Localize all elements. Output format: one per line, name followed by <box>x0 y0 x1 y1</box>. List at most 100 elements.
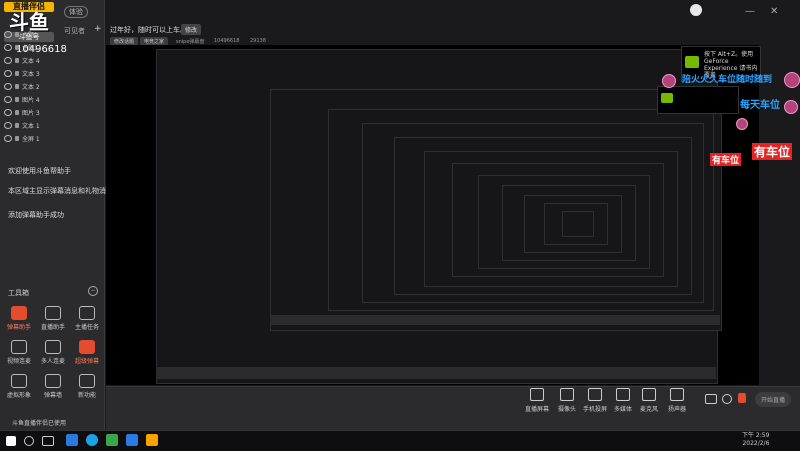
lock-icon[interactable] <box>15 122 19 128</box>
bottom-button-icon <box>588 388 602 401</box>
source-item[interactable]: 图片 4 <box>4 93 40 105</box>
taskbar-clock: 下午 2:59 2022/2/6 <box>742 432 769 448</box>
preview-capture-12 <box>562 211 594 237</box>
source-item[interactable]: 全屏 1 <box>4 132 40 144</box>
source-item[interactable]: 文本 4 <box>4 54 40 66</box>
eye-icon[interactable] <box>4 134 12 142</box>
bottom-button-icon <box>560 388 574 401</box>
source-item[interactable]: 文本 3 <box>4 67 40 79</box>
chat-message: 本区域主显示弹幕消息和礼物消息 <box>8 187 113 195</box>
room-title: 过年好，随时可以上车。 <box>110 26 187 34</box>
plus-icon[interactable]: + <box>94 24 102 34</box>
tool-item[interactable]: 视频连麦 <box>4 340 34 368</box>
tool-icon <box>45 340 61 354</box>
viewer-avatar <box>784 100 798 114</box>
tool-item[interactable]: 直播助手 <box>38 306 68 334</box>
eye-icon[interactable] <box>4 43 12 51</box>
user-avatar[interactable] <box>690 4 702 16</box>
bottom-button[interactable]: 直播屏幕 <box>520 388 554 413</box>
stream-id: 10496618 <box>214 38 240 44</box>
tool-icon <box>79 306 95 320</box>
tool-icon <box>11 306 27 320</box>
close-icon[interactable]: ✕ <box>770 6 778 17</box>
eye-icon[interactable] <box>4 56 12 64</box>
bottom-button-icon <box>530 388 544 401</box>
lock-icon[interactable] <box>15 96 19 102</box>
bottom-button-icon <box>670 388 684 401</box>
nvidia-icon <box>661 93 673 103</box>
tool-label: 直播助手 <box>40 324 65 331</box>
overlay-car-text-2: 每天车位 <box>740 100 780 111</box>
source-label: 全屏 1 <box>22 135 40 143</box>
tool-item[interactable]: 多人连麦 <box>38 340 68 368</box>
start-live-button[interactable]: 开始直播 <box>755 392 792 407</box>
source-item[interactable]: 主题1 <box>4 41 38 53</box>
status-badge[interactable]: 体验 <box>64 6 88 18</box>
clock-date: 2022/2/6 <box>742 440 770 447</box>
minimize-icon[interactable]: — <box>745 6 755 17</box>
source-item[interactable]: 主题1 <box>4 28 38 40</box>
preview-bottombar <box>270 315 720 325</box>
nvidia-icon <box>685 56 699 68</box>
task-view-icon[interactable] <box>42 436 54 446</box>
edit-title-button[interactable]: 修改 <box>181 24 202 35</box>
tool-label: 主播任务 <box>74 324 99 331</box>
tool-item[interactable]: 弹幕助手 <box>4 306 34 334</box>
lock-icon[interactable] <box>15 70 19 76</box>
app-icon-blue[interactable] <box>126 434 138 446</box>
tools-label: 工具箱 <box>8 289 29 297</box>
lock-icon[interactable] <box>15 135 19 141</box>
live-icon[interactable] <box>738 393 746 403</box>
bottom-button-icon <box>642 388 656 401</box>
eye-icon[interactable] <box>4 95 12 103</box>
lock-icon[interactable] <box>15 109 19 115</box>
eye-icon[interactable] <box>4 30 12 38</box>
chat-message: 添加弹幕助手成功 <box>8 211 64 219</box>
overlay-car-text-1: 陪火火久车位随时随到 <box>682 75 773 85</box>
bottom-button-icon <box>616 388 630 401</box>
eye-icon[interactable] <box>4 108 12 116</box>
overlay-car-badge-2: 有车位 <box>710 153 742 166</box>
edge-icon[interactable] <box>86 434 98 446</box>
settings-icon[interactable] <box>722 394 732 404</box>
tool-item[interactable]: 新功能 <box>72 374 102 402</box>
lock-icon[interactable] <box>15 31 19 37</box>
tool-label: 超级弹幕 <box>74 358 99 365</box>
tool-label: 弹幕助手 <box>6 324 31 331</box>
viewer-avatar <box>736 118 748 130</box>
viewer-count: 29138 <box>250 38 266 44</box>
clock-time: 下午 2:59 <box>742 432 770 439</box>
eye-icon[interactable] <box>4 121 12 129</box>
record-icon[interactable] <box>705 394 717 404</box>
tool-label: 新功能 <box>77 392 96 399</box>
tool-icon <box>79 340 95 354</box>
bottom-button[interactable]: 扬声器 <box>660 388 694 413</box>
app-icon-green[interactable] <box>106 434 118 446</box>
source-label: 文本 4 <box>22 57 40 65</box>
source-label: 图片 3 <box>22 109 40 117</box>
source-item[interactable]: 图片 3 <box>4 106 40 118</box>
search-icon[interactable] <box>24 436 34 446</box>
tool-label: 虚拟形象 <box>6 392 31 399</box>
tool-icon <box>45 306 61 320</box>
tool-item[interactable]: 主播任务 <box>72 306 102 334</box>
start-icon[interactable] <box>6 436 16 446</box>
lock-icon[interactable] <box>15 83 19 89</box>
tool-icon <box>79 374 95 388</box>
lock-icon[interactable] <box>15 44 19 50</box>
source-item[interactable]: 文本 1 <box>4 119 40 131</box>
eye-icon[interactable] <box>4 69 12 77</box>
tool-item[interactable]: 虚拟形象 <box>4 374 34 402</box>
source-item[interactable]: 文本 2 <box>4 80 40 92</box>
viewer-avatar <box>784 72 800 88</box>
geforce-overlay-panel-small <box>657 86 739 114</box>
tool-item[interactable]: 弹幕墙 <box>38 374 68 402</box>
tool-item[interactable]: 超级弹幕 <box>72 340 102 368</box>
source-label: 文本 1 <box>22 122 40 130</box>
tools-toggle-button[interactable]: − <box>88 286 98 296</box>
lock-icon[interactable] <box>15 57 19 63</box>
eye-icon[interactable] <box>4 82 12 90</box>
douyu-taskbar-icon[interactable] <box>146 434 158 446</box>
file-explorer-icon[interactable] <box>66 434 78 446</box>
tool-icon <box>11 374 27 388</box>
